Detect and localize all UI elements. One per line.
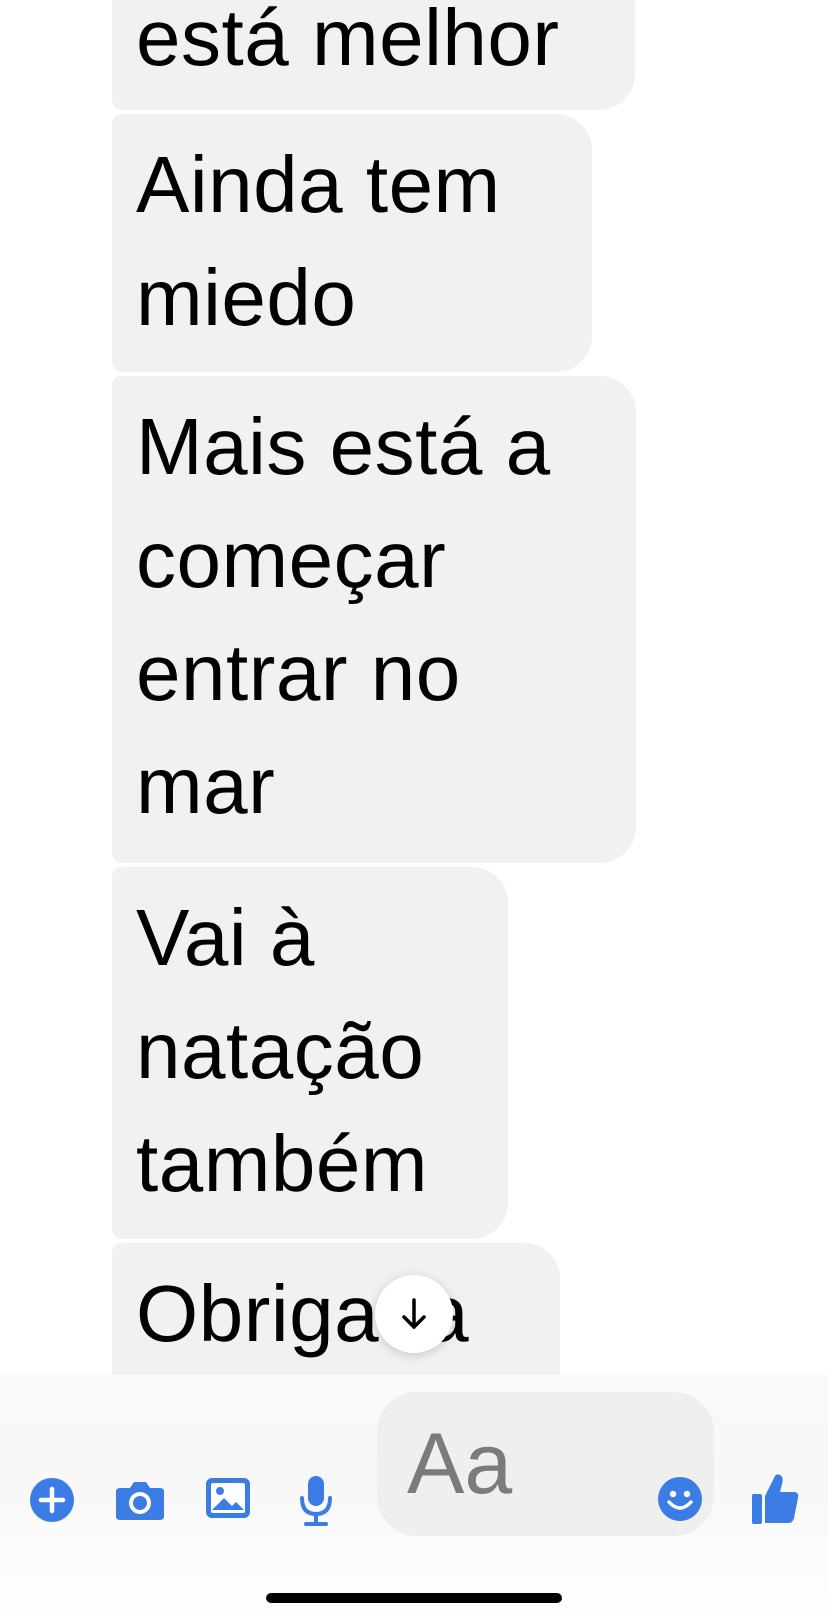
add-button[interactable]	[30, 1478, 74, 1522]
home-indicator	[266, 1593, 562, 1603]
message-text: Ainda tem miedo	[136, 140, 501, 342]
like-button[interactable]	[750, 1472, 800, 1526]
message-text: está melhor	[136, 0, 560, 82]
message-bubble[interactable]: Mais está a começar entrar no mar	[112, 376, 636, 863]
camera-icon	[116, 1482, 164, 1520]
message-bubble[interactable]: Vai à natação também	[112, 867, 508, 1239]
message-input-placeholder: Aa	[407, 1416, 513, 1512]
plus-icon	[30, 1478, 74, 1522]
message-bubble[interactable]: está melhor	[112, 0, 635, 110]
message-text: Mais está a começar entrar no mar	[136, 402, 551, 830]
scroll-to-bottom-button[interactable]	[375, 1275, 453, 1353]
message-input[interactable]: Aa	[377, 1392, 714, 1536]
message-bubble[interactable]: Obrigada	[112, 1243, 560, 1383]
camera-button[interactable]	[114, 1478, 166, 1522]
thumbs-up-icon	[752, 1474, 799, 1524]
microphone-icon	[300, 1476, 332, 1526]
emoji-icon	[658, 1477, 702, 1521]
message-bubble[interactable]: Ainda tem miedo	[112, 114, 592, 372]
microphone-button[interactable]	[298, 1474, 334, 1528]
emoji-button[interactable]	[657, 1476, 703, 1522]
arrow-down-icon	[402, 1298, 426, 1329]
photo-icon	[206, 1478, 250, 1518]
photo-button[interactable]	[204, 1476, 252, 1520]
message-text: Vai à natação também	[136, 893, 428, 1208]
message-text: Obrigada	[136, 1269, 470, 1358]
